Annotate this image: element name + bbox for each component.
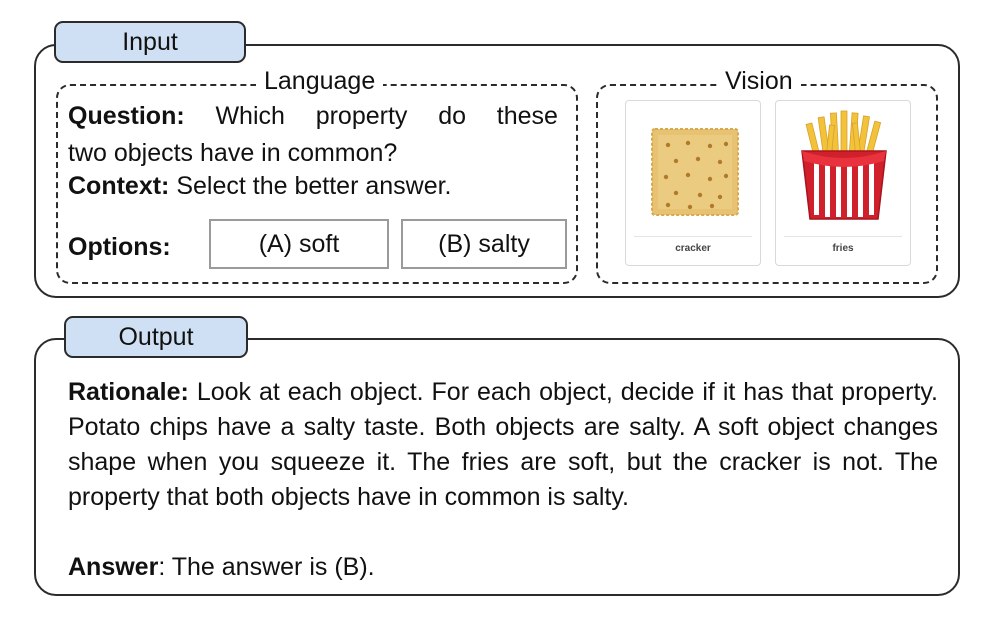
cracker-caption: cracker xyxy=(675,243,711,254)
question-word: do xyxy=(438,102,467,130)
question-line-2: two objects have in common? xyxy=(68,139,398,167)
option-a-label: (A) soft xyxy=(258,229,340,258)
options-label: Options: xyxy=(68,233,171,261)
question-word: property xyxy=(315,102,408,130)
answer-label: Answer xyxy=(68,553,159,581)
fries-caption: fries xyxy=(832,243,854,254)
question-word: these xyxy=(496,102,558,130)
question-label: Question: xyxy=(68,102,185,130)
option-b-box: (B) salty xyxy=(401,219,567,269)
input-tab: Input xyxy=(54,21,246,63)
context-text: Select the better answer. xyxy=(176,172,452,200)
input-tab-label: Input xyxy=(122,27,178,56)
cracker-card: cracker xyxy=(625,100,761,266)
fries-image xyxy=(801,110,887,220)
output-tab: Output xyxy=(64,316,248,358)
rationale-paragraph: Rationale: Look at each object. For each… xyxy=(68,375,938,515)
output-tab-label: Output xyxy=(118,322,194,351)
question-word: Which xyxy=(215,102,285,130)
option-b-label: (B) salty xyxy=(438,229,530,258)
answer-line: Answer: The answer is (B). xyxy=(68,550,375,585)
rationale-label: Rationale: xyxy=(68,378,189,406)
cracker-image xyxy=(651,128,739,216)
context-label: Context: xyxy=(68,172,170,200)
context-line: Context: Select the better answer. xyxy=(68,171,452,201)
rationale-text: Look at each object. For each object, de… xyxy=(68,378,938,511)
vision-title: Vision xyxy=(717,67,801,95)
language-title: Language xyxy=(256,67,384,95)
option-a-box: (A) soft xyxy=(209,219,389,269)
fries-card: fries xyxy=(775,100,911,266)
question-line-1: Question: Which property do these xyxy=(68,101,558,131)
answer-text: : The answer is (B). xyxy=(158,553,375,581)
